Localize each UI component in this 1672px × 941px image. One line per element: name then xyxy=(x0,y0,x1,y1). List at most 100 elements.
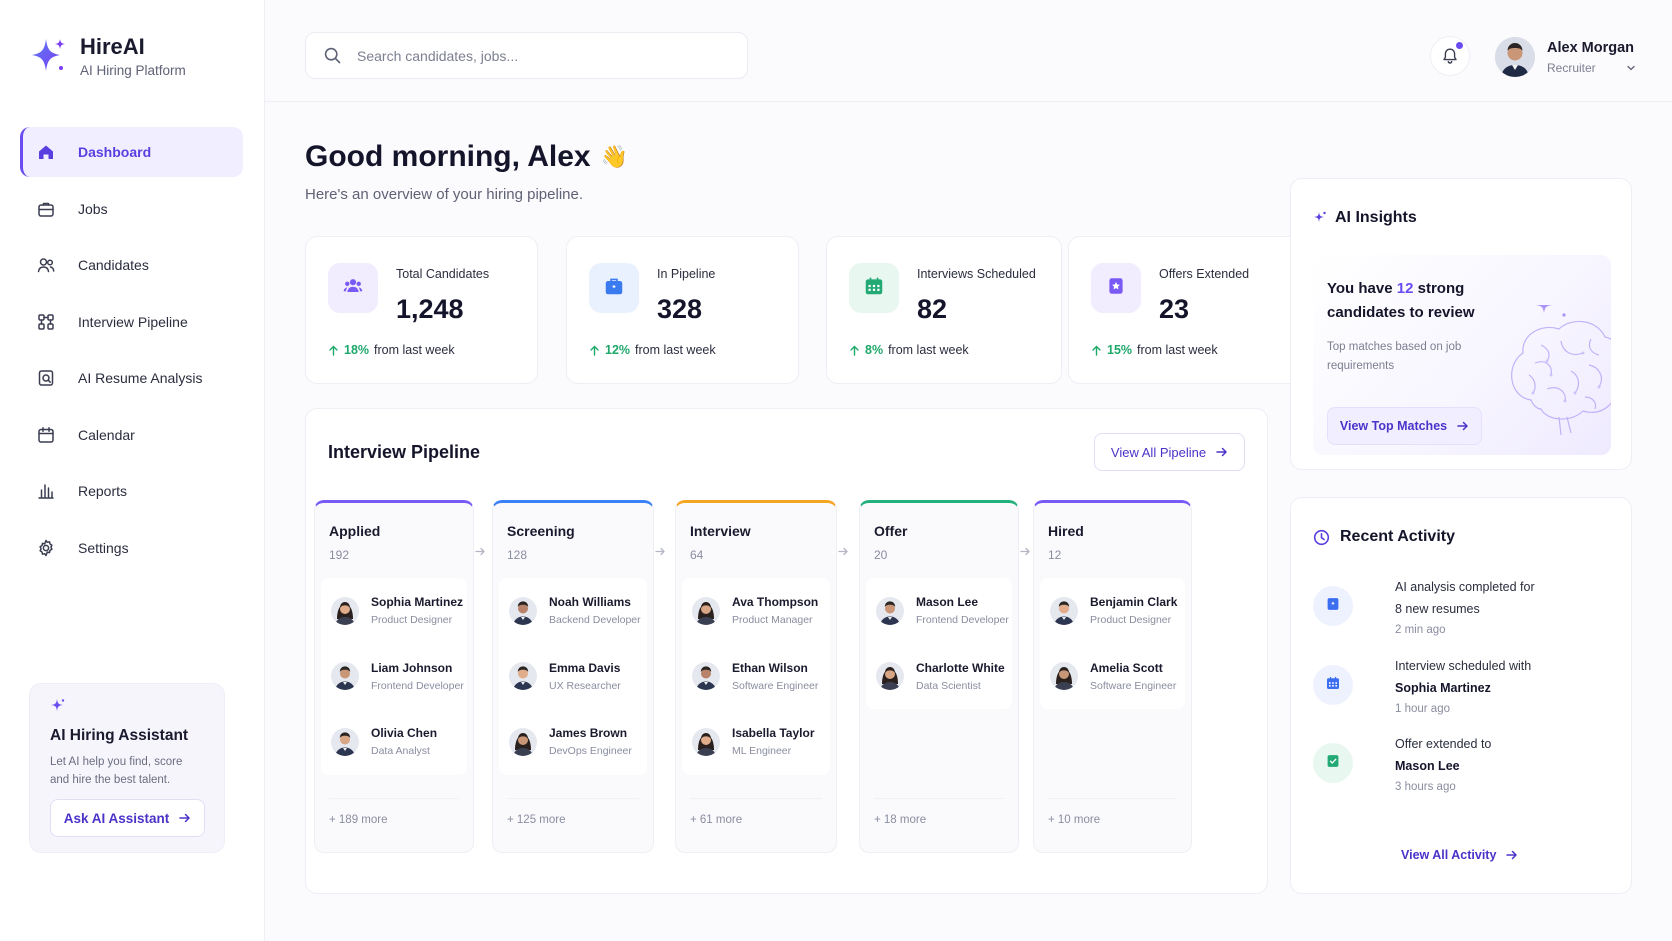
candidate-card[interactable]: Ethan Wilson Software Engineer xyxy=(682,644,830,710)
arrow-right-icon xyxy=(655,546,666,560)
more-candidates-link[interactable]: + 10 more xyxy=(1048,814,1100,826)
divider xyxy=(329,798,459,799)
briefcase-icon xyxy=(603,275,625,302)
recent-activity-heading: Recent Activity xyxy=(1313,528,1455,546)
avatar xyxy=(876,596,904,625)
avatar xyxy=(1495,37,1535,77)
sidebar-item-dashboard[interactable]: Dashboard xyxy=(20,127,243,177)
pipeline-column-hired[interactable]: Hired 12 Benjamin Clark Product Designer… xyxy=(1033,500,1192,853)
sidebar-item-label: Dashboard xyxy=(78,144,152,160)
pipeline-column-applied[interactable]: Applied 192 Sophia Martinez Product Desi… xyxy=(314,500,474,853)
avatar xyxy=(1050,596,1078,625)
activity-icon-tile xyxy=(1313,743,1353,783)
sidebar-item-label: Interview Pipeline xyxy=(78,313,188,330)
candidate-card[interactable]: Noah Williams Backend Developer xyxy=(499,578,647,644)
view-all-pipeline-label: View All Pipeline xyxy=(1110,444,1207,460)
calendar-icon xyxy=(1325,675,1341,696)
more-candidates-link[interactable]: + 125 more xyxy=(507,814,566,826)
candidate-card[interactable]: Ava Thompson Product Manager xyxy=(682,578,830,644)
view-top-matches-button[interactable]: View Top Matches xyxy=(1327,407,1482,445)
column-title: Applied xyxy=(329,523,381,539)
clock-icon xyxy=(1313,529,1330,545)
avatar xyxy=(876,662,904,691)
stat-card[interactable]: Offers Extended 23 15% from last week xyxy=(1068,236,1302,384)
sidebar-item-settings[interactable]: Settings xyxy=(20,523,243,573)
activity-subject: Mason Lee xyxy=(1395,759,1460,773)
pipeline-column-interview[interactable]: Interview 64 Ava Thompson Product Manage… xyxy=(675,500,837,853)
sidebar-item-reports[interactable]: Reports xyxy=(20,466,243,516)
sidebar-item-ai-resume-analysis[interactable]: AI Resume Analysis xyxy=(20,353,243,403)
arrow-right-icon xyxy=(179,813,191,823)
brand[interactable]: HireAI AI Hiring Platform xyxy=(30,34,186,78)
arrow-right-icon xyxy=(475,546,486,560)
candidate-card[interactable]: Amelia Scott Software Engineer xyxy=(1040,644,1185,710)
candidate-name: Ethan Wilson xyxy=(732,660,808,675)
candidate-card[interactable]: Charlotte White Data Scientist xyxy=(866,644,1012,710)
column-title: Hired xyxy=(1048,523,1084,539)
stat-icon-tile xyxy=(589,263,639,313)
candidate-role: Backend Developer xyxy=(549,614,641,627)
stat-card[interactable]: Total Candidates 1,248 18% from last wee… xyxy=(305,236,538,384)
candidate-card[interactable]: Benjamin Clark Product Designer xyxy=(1040,578,1185,644)
stat-label: Interviews Scheduled xyxy=(917,267,1036,281)
avatar xyxy=(331,727,359,756)
pipeline-title: Interview Pipeline xyxy=(328,442,481,462)
candidate-card[interactable]: Olivia Chen Data Analyst xyxy=(321,709,467,775)
sparkle-icon xyxy=(51,699,65,711)
sidebar-item-candidates[interactable]: Candidates xyxy=(20,240,243,290)
user-name: Alex Morgan xyxy=(1547,39,1635,56)
candidate-card[interactable]: Mason Lee Frontend Developer xyxy=(866,578,1012,644)
notifications-button[interactable] xyxy=(1430,36,1470,76)
ask-ai-assistant-label: Ask AI Assistant xyxy=(63,810,170,826)
top-bar: Alex Morgan Recruiter xyxy=(265,0,1672,102)
search-box[interactable] xyxy=(305,32,748,79)
candidate-card[interactable]: Isabella Taylor ML Engineer xyxy=(682,709,830,775)
divider xyxy=(507,798,639,799)
user-role: Recruiter xyxy=(1547,60,1596,75)
brain-illustration-icon xyxy=(1511,305,1611,436)
more-candidates-link[interactable]: + 61 more xyxy=(690,814,742,826)
chevron-down-icon[interactable] xyxy=(1626,63,1636,73)
home-icon xyxy=(36,142,56,162)
stat-value: 82 xyxy=(917,294,948,324)
arrow-up-icon xyxy=(329,345,338,356)
candidate-role: Software Engineer xyxy=(732,679,819,692)
user-role-row: Recruiter xyxy=(1547,61,1636,75)
view-all-activity-link[interactable]: View All Activity xyxy=(1401,848,1518,862)
avatar xyxy=(692,596,720,625)
pipeline-column-offer[interactable]: Offer 20 Mason Lee Frontend Developer Ch… xyxy=(859,500,1019,853)
waving-hand-icon: 👋 xyxy=(600,144,628,169)
candidate-card[interactable]: Emma Davis UX Researcher xyxy=(499,644,647,710)
candidate-list: Ava Thompson Product Manager Ethan Wilso… xyxy=(682,578,830,775)
sidebar-item-jobs[interactable]: Jobs xyxy=(20,184,243,234)
candidate-card[interactable]: Sophia Martinez Product Designer xyxy=(321,578,467,644)
candidate-name: Ava Thompson xyxy=(732,595,819,610)
stat-trend-text: from last week xyxy=(374,343,455,357)
search-input[interactable] xyxy=(357,47,707,64)
candidate-card[interactable]: James Brown DevOps Engineer xyxy=(499,709,647,775)
insight-headline-pre: You have xyxy=(1327,280,1397,297)
ask-ai-assistant-button[interactable]: Ask AI Assistant xyxy=(50,799,205,837)
arrow-right-icon xyxy=(838,546,849,560)
stat-value: 328 xyxy=(657,294,703,324)
pipeline-column-screening[interactable]: Screening 128 Noah Williams Backend Deve… xyxy=(492,500,654,853)
more-candidates-link[interactable]: + 189 more xyxy=(329,814,388,826)
stat-card[interactable]: Interviews Scheduled 82 8% from last wee… xyxy=(826,236,1062,384)
candidate-list: Noah Williams Backend Developer Emma Dav… xyxy=(499,578,647,775)
activity-text: Interview scheduled with Sophia Martinez xyxy=(1395,655,1605,699)
more-candidates-link[interactable]: + 18 more xyxy=(874,814,926,826)
activity-line: AI analysis completed for xyxy=(1395,580,1535,594)
candidate-role: Data Scientist xyxy=(916,679,981,692)
candidate-card[interactable]: Liam Johnson Frontend Developer xyxy=(321,644,467,710)
sidebar-item-calendar[interactable]: Calendar xyxy=(20,410,243,460)
user-menu[interactable]: Alex Morgan Recruiter xyxy=(1495,37,1636,77)
insight-description: Top matches based on job requirements xyxy=(1327,341,1462,372)
briefcase-icon xyxy=(36,199,56,219)
candidate-name: Noah Williams xyxy=(549,595,631,610)
stat-icon-tile xyxy=(849,263,899,313)
ai-insights-title: AI Insights xyxy=(1335,209,1417,226)
avatar xyxy=(331,596,359,625)
sidebar-item-interview-pipeline[interactable]: Interview Pipeline xyxy=(20,297,243,347)
stat-card[interactable]: In Pipeline 328 12% from last week xyxy=(566,236,799,384)
view-all-pipeline-button[interactable]: View All Pipeline xyxy=(1094,433,1245,471)
